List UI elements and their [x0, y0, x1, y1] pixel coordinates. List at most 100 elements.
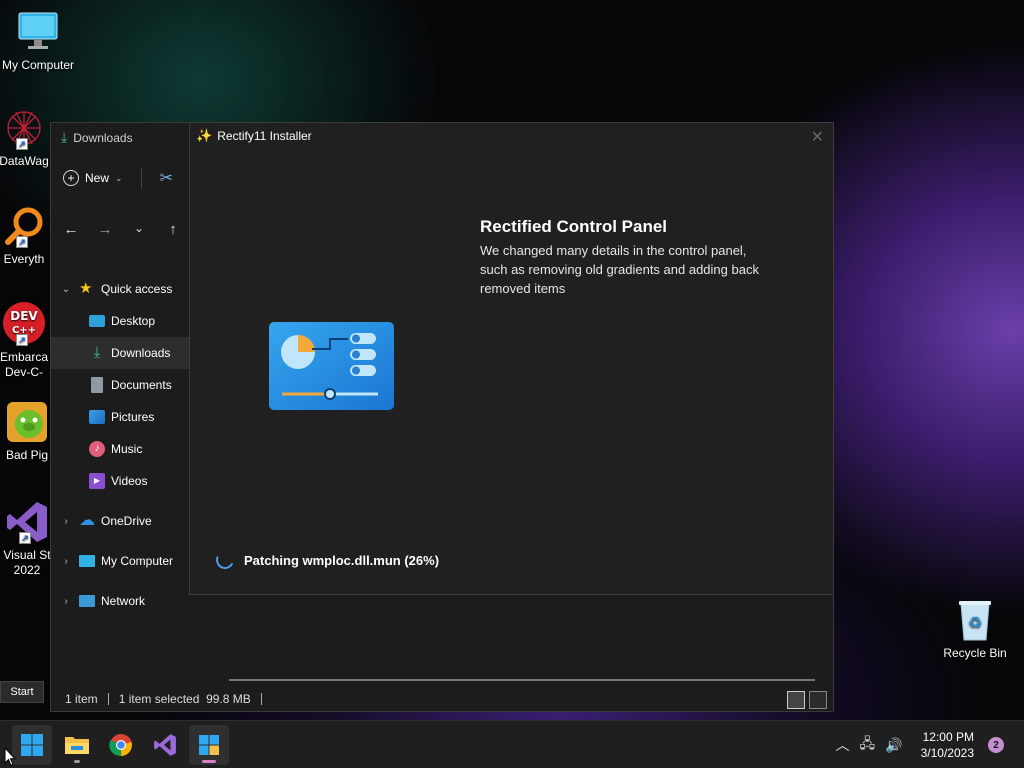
datawag-icon: ↗ [2, 106, 46, 150]
download-icon: ⤓ [93, 344, 101, 361]
installer-title-bar[interactable]: ✨ Rectify11 Installer [196, 128, 312, 144]
shortcut-arrow-icon: ↗ [16, 334, 28, 346]
system-tray: ︿ 🖧 🔊 12:00 PM 3/10/2023 2 [836, 721, 1024, 768]
view-switcher [787, 691, 827, 709]
new-button[interactable]: + New ⌄ [63, 170, 123, 186]
desktop-icon-label: Everyth [3, 252, 45, 266]
horizontal-scrollbar[interactable] [229, 679, 815, 681]
taskbar-visual-studio[interactable] [145, 725, 185, 765]
chevron-right-icon[interactable]: › [61, 556, 71, 567]
desktop-icon-devcpp[interactable]: DEV C++ ↗ Embarca Dev-C- [0, 300, 52, 380]
visual-studio-icon: ↗ [5, 500, 49, 544]
sidebar-item-network[interactable]: › Network [51, 585, 209, 617]
progress-text: Patching wmploc.dll.mun (26%) [244, 552, 440, 568]
sidebar-item-music[interactable]: ♪ Music [51, 433, 209, 465]
explorer-title: Downloads [73, 130, 133, 145]
plus-icon: + [63, 170, 79, 186]
explorer-title-bar[interactable]: ⤓ Downloads [61, 129, 133, 146]
monitor-icon [16, 10, 60, 54]
devcpp-icon: DEV C++ ↗ [2, 300, 46, 346]
pictures-icon [89, 410, 105, 424]
chrome-icon [109, 734, 132, 757]
notification-badge[interactable]: 2 [988, 737, 1004, 753]
svg-text:DEV: DEV [10, 309, 38, 323]
music-icon: ♪ [89, 441, 105, 457]
taskbar-rectify11-installer[interactable] [189, 725, 229, 765]
sidebar-item-label: Documents [111, 378, 172, 392]
running-indicator [74, 760, 80, 763]
sidebar-item-label: Desktop [111, 314, 156, 328]
up-arrow-icon[interactable]: ↑ [165, 221, 181, 238]
desktop-folder-icon [89, 315, 105, 327]
cut-icon[interactable]: ✂ [160, 168, 173, 188]
shortcut-arrow-icon: ↗ [19, 532, 31, 544]
sidebar-item-label: Quick access [101, 282, 173, 296]
desktop-icon-label: DataWag [0, 154, 49, 168]
start-tooltip: Start [0, 681, 44, 703]
desktop-icon-datawag[interactable]: ↗ DataWag [0, 106, 52, 169]
loading-spinner-icon [213, 548, 237, 572]
desktop-icon-recycle-bin[interactable]: ♻ Recycle Bin [937, 598, 1013, 661]
start-button[interactable] [12, 725, 52, 765]
back-arrow-icon[interactable]: ← [63, 221, 79, 238]
volume-icon[interactable]: 🔊 [885, 737, 902, 754]
desktop-icon-label: Embarca Dev-C- [0, 350, 49, 379]
chevron-up-icon[interactable]: ︿ [836, 735, 850, 755]
close-icon[interactable]: ✕ [811, 127, 824, 147]
mouse-cursor-icon [4, 747, 16, 767]
forward-arrow-icon[interactable]: → [97, 221, 113, 238]
shortcut-arrow-icon: ↗ [16, 236, 28, 248]
desktop-icon-my-computer[interactable]: My Computer [0, 10, 76, 73]
sidebar-item-downloads[interactable]: ⤓ Downloads [51, 337, 209, 369]
sidebar-item-label: Pictures [111, 410, 155, 424]
desktop-icon-everything[interactable]: ↗ Everyth [0, 204, 52, 267]
videos-icon: ▶ [89, 473, 105, 489]
item-count: 1 item [65, 692, 98, 706]
sidebar-item-label: OneDrive [101, 514, 152, 528]
desktop-icon-label: Recycle Bin [943, 646, 1007, 660]
star-icon: ★ [79, 280, 93, 297]
download-icon: ⤓ [61, 129, 68, 145]
recent-locations-chevron-icon[interactable]: ⌄ [131, 221, 147, 238]
sidebar-item-label: Videos [111, 474, 148, 488]
network-status-icon[interactable]: 🖧 [860, 733, 876, 757]
sidebar-item-label: Network [101, 594, 146, 608]
navigation-pane: ⌄ ★ Quick access Desktop ⤓ Downloads Doc… [51, 273, 209, 617]
status-divider [260, 693, 262, 705]
cloud-icon: ☁ [79, 512, 95, 529]
details-view-button[interactable] [787, 691, 805, 709]
sidebar-item-label: Music [111, 442, 143, 456]
sidebar-item-documents[interactable]: Documents [51, 369, 209, 401]
chevron-right-icon[interactable]: › [61, 596, 71, 607]
sidebar-item-desktop[interactable]: Desktop [51, 305, 209, 337]
sidebar-item-onedrive[interactable]: › ☁ OneDrive [51, 505, 209, 537]
sidebar-item-videos[interactable]: ▶ Videos [51, 465, 209, 497]
clock[interactable]: 12:00 PM 3/10/2023 [921, 729, 974, 761]
chevron-down-icon[interactable]: ⌄ [61, 284, 71, 295]
visual-studio-icon [154, 734, 176, 756]
windows-logo-icon [21, 734, 43, 756]
navigation-buttons: ← → ⌄ ↑ [63, 221, 181, 238]
selection-info: 1 item selected 99.8 MB [118, 692, 251, 706]
clock-date: 3/10/2023 [920, 746, 974, 760]
taskbar-file-explorer[interactable] [57, 725, 97, 765]
large-icons-view-button[interactable] [809, 691, 827, 709]
installer-window[interactable]: ✨ Rectify11 Installer ✕ Rectified Contro… [189, 122, 834, 595]
installer-icon [199, 735, 219, 755]
clock-time: 12:00 PM [922, 730, 974, 744]
new-button-label: New [85, 171, 110, 185]
recycle-bin-icon: ♻ [955, 598, 995, 642]
folder-icon [65, 737, 89, 754]
bad-piggies-icon [5, 400, 49, 444]
chevron-right-icon[interactable]: › [61, 516, 71, 527]
sidebar-item-label: My Computer [101, 554, 174, 568]
sidebar-item-pictures[interactable]: Pictures [51, 401, 209, 433]
status-divider [107, 693, 109, 705]
svg-text:♻: ♻ [968, 613, 982, 632]
taskbar-chrome[interactable] [101, 725, 141, 765]
sidebar-item-label: Downloads [111, 346, 171, 360]
sidebar-item-quick-access[interactable]: ⌄ ★ Quick access [51, 273, 209, 305]
shortcut-arrow-icon: ↗ [16, 138, 28, 150]
desktop-icon-label: My Computer [1, 58, 75, 72]
sidebar-item-my-computer[interactable]: › My Computer [51, 545, 209, 577]
